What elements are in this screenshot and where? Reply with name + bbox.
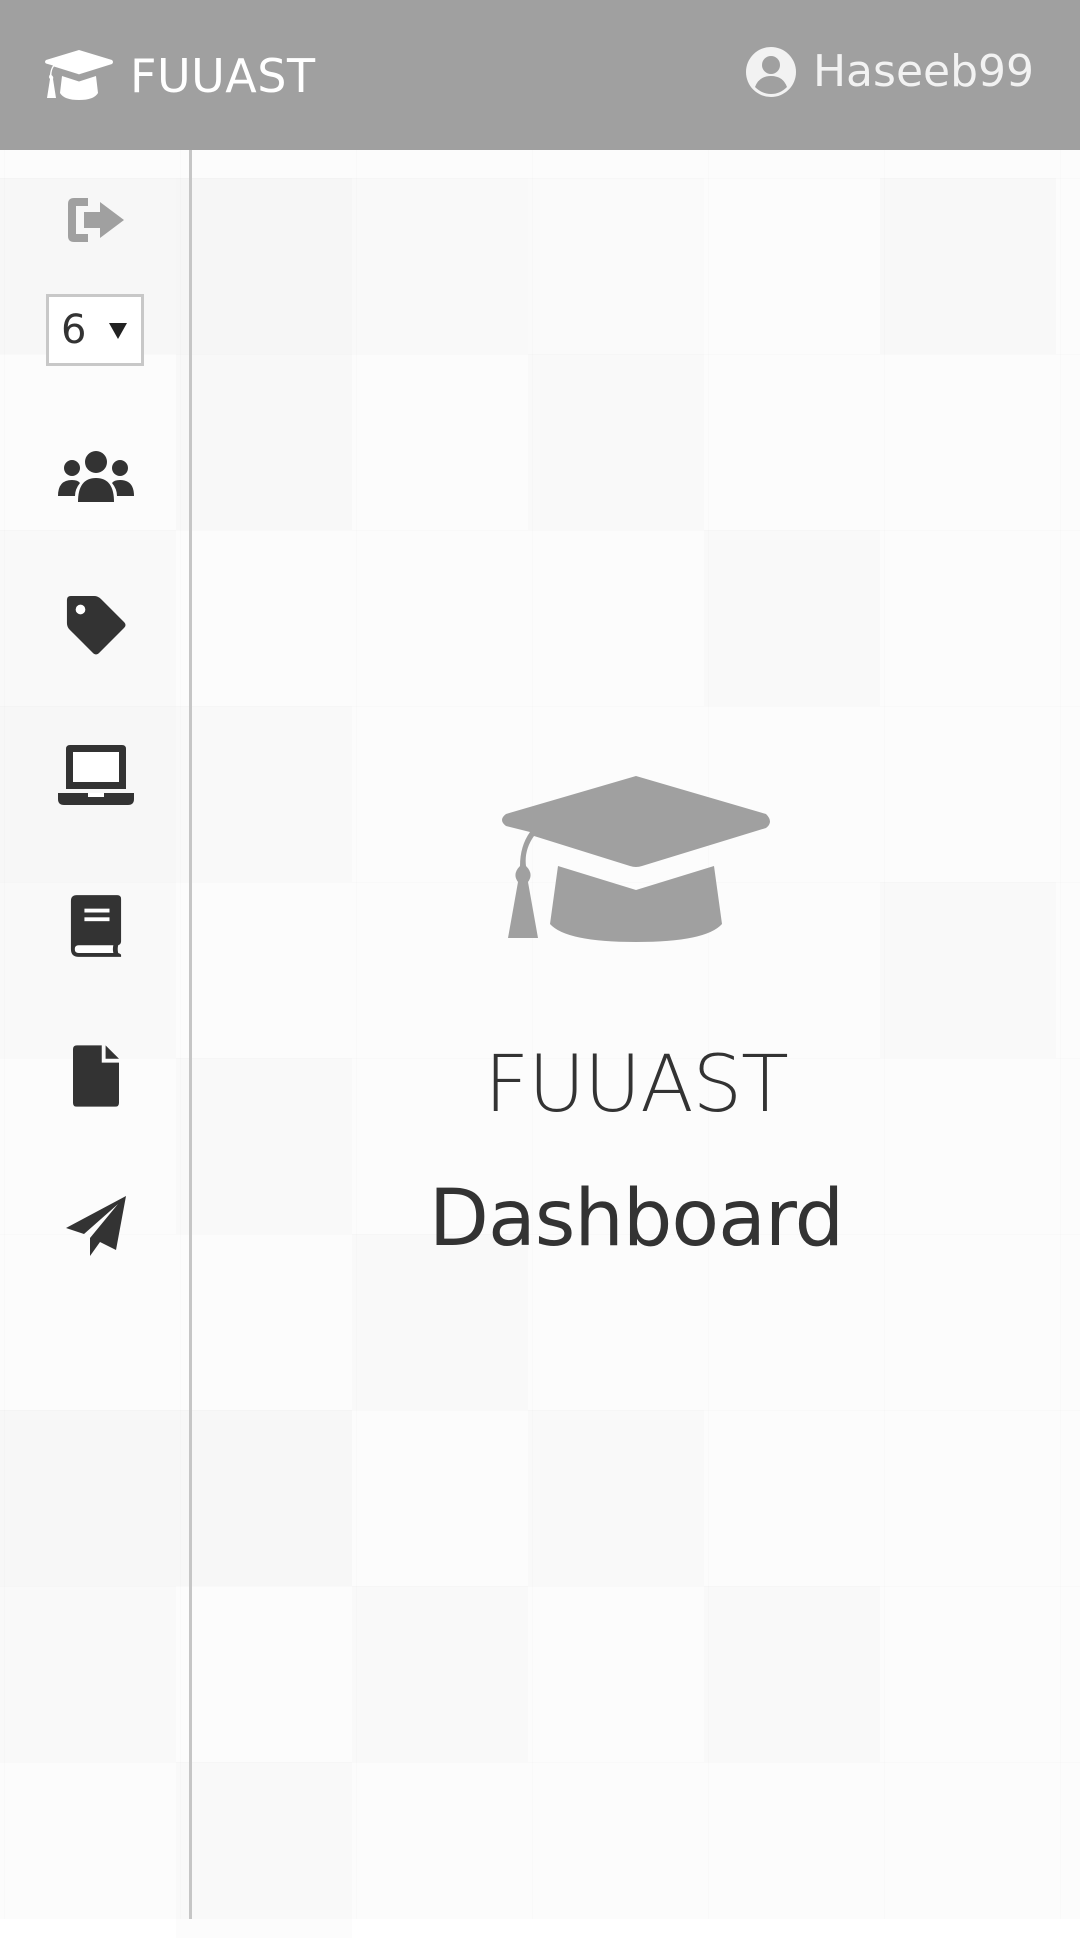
sidebar-item-devices[interactable]: [0, 742, 192, 808]
brand-name: FUUAST: [130, 49, 316, 103]
book-icon: [70, 895, 122, 957]
user-menu[interactable]: Haseeb99: [745, 42, 1034, 102]
sidebar: 6: [0, 150, 192, 1919]
user-circle-icon: [745, 47, 796, 97]
semester-select-value: 6: [61, 307, 87, 353]
brand-link[interactable]: FUUAST: [44, 46, 316, 106]
users-icon: [58, 451, 134, 502]
laptop-icon: [58, 745, 134, 805]
tag-icon: [66, 595, 126, 655]
sidebar-item-tags[interactable]: [0, 590, 192, 660]
paper-plane-icon: [66, 1196, 126, 1256]
chevron-down-icon: [109, 323, 127, 339]
sidebar-item-send[interactable]: [0, 1192, 192, 1260]
sidebar-item-documents[interactable]: [0, 1042, 192, 1110]
dashboard-title: FUUAST: [484, 1040, 789, 1130]
dashboard-subtitle: Dashboard: [428, 1174, 844, 1264]
sidebar-item-courses[interactable]: [0, 892, 192, 960]
graduation-cap-icon: [45, 50, 113, 100]
file-icon: [73, 1045, 119, 1107]
graduation-cap-icon: [502, 776, 770, 942]
sign-out-icon: [68, 198, 124, 242]
top-bar: FUUAST Haseeb99: [0, 0, 1080, 150]
username: Haseeb99: [812, 46, 1034, 97]
semester-select[interactable]: 6: [46, 294, 144, 366]
sidebar-item-users[interactable]: [0, 446, 192, 506]
sidebar-item-logout[interactable]: [0, 192, 192, 248]
